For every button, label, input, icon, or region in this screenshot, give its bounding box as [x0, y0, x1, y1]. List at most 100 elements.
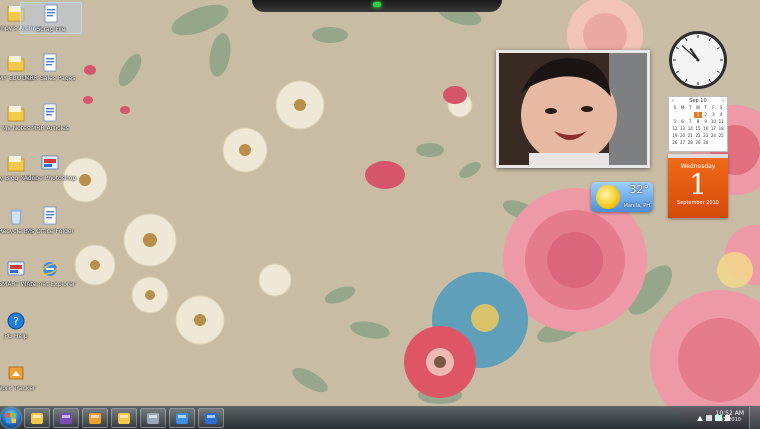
desktop-icon-label: Work Tracker: [0, 385, 36, 392]
calendar-day-cell[interactable]: 16: [702, 126, 710, 132]
calendar-day-cell[interactable]: 24: [710, 133, 718, 139]
taskbar-clock[interactable]: 10:52 AM 9/1/2010: [716, 410, 744, 423]
calendar-day-cell[interactable]: 27: [679, 140, 687, 146]
desktop-icon[interactable]: Scrap File: [20, 2, 82, 34]
calendar-day-cell[interactable]: 15: [694, 126, 702, 132]
calendar-month-year: September 2010: [677, 200, 719, 206]
clock-gadget[interactable]: [668, 30, 728, 90]
status-indicator-icon: [373, 2, 381, 7]
calendar-day-number: 1: [689, 168, 707, 201]
calendar-day-cell[interactable]: 7: [686, 119, 694, 125]
calendar-day-cell[interactable]: 4: [717, 112, 725, 118]
calendar-day-cell[interactable]: 22: [694, 133, 702, 139]
windows-explorer-icon: [31, 413, 43, 424]
calendar-day-cell[interactable]: 23: [702, 133, 710, 139]
calendar-day-cell[interactable]: 28: [686, 140, 694, 146]
windows-logo-icon: [6, 413, 16, 423]
desktop-icon[interactable]: MRR Articles: [20, 102, 80, 132]
taskbar-button[interactable]: [169, 408, 195, 428]
calendar-day-view[interactable]: Wednesday 1 September 2010: [668, 154, 728, 218]
taskbar-button[interactable]: [53, 408, 79, 428]
calendar-next-icon[interactable]: ›: [722, 98, 724, 104]
desktop-icon-label: MRR Articles: [31, 125, 69, 132]
calendar-day-header: S: [673, 105, 677, 110]
taskbar-date: 9/1/2010: [718, 417, 741, 423]
calendar-day-cell[interactable]: 29: [694, 140, 702, 146]
desktop-icon-label: PC Help: [4, 333, 28, 340]
svg-text:?: ?: [13, 315, 19, 328]
calendar-day-cell[interactable]: 10: [710, 119, 718, 125]
start-button[interactable]: [1, 408, 21, 428]
slideshow-gadget[interactable]: [496, 50, 650, 168]
calendar-day-cell: [671, 112, 679, 118]
calendar-day-cell[interactable]: 3: [710, 112, 718, 118]
calendar-day-cell[interactable]: 12: [671, 126, 679, 132]
desktop-icon[interactable]: Internet Explorer: [20, 258, 80, 288]
calendar-day-cell[interactable]: 17: [710, 126, 718, 132]
calendar-grid: S M T W T F S 1 2 3 4 5 6 7 8 9 10 11 12 13 14 15 16 17 18 19 20 21…: [669, 105, 727, 146]
calendar-day-header: T: [689, 105, 692, 110]
settings-icon: [147, 413, 159, 424]
calendar-day-cell: [679, 112, 687, 118]
calendar-day-cell[interactable]: 2: [702, 112, 710, 118]
app-icon: [41, 155, 59, 170]
calendar-prev-icon[interactable]: ‹: [672, 98, 674, 104]
show-desktop-button[interactable]: [749, 407, 760, 429]
desktop-icon[interactable]: Adobe Photoshop: [20, 152, 80, 182]
calendar-day-cell[interactable]: 11: [717, 119, 725, 125]
document-icon: [43, 206, 57, 225]
desktop-icon[interactable]: Work Tracker: [0, 362, 46, 392]
tray-arrow-icon[interactable]: [697, 415, 703, 421]
calendar-day-cell[interactable]: 6: [679, 119, 687, 125]
calendar-month-label: Sep 10: [689, 98, 707, 104]
calendar-day-cell[interactable]: 20: [679, 133, 687, 139]
calendar-day-cell[interactable]: 18: [717, 126, 725, 132]
calendar-day-cell[interactable]: 14: [686, 126, 694, 132]
calendar-day-cell[interactable]: 25: [717, 133, 725, 139]
calendar-day-header: F: [712, 105, 715, 110]
desktop-icon-label: Internet Explorer: [24, 281, 76, 288]
sunny-icon: [596, 185, 620, 209]
baby-photo: [499, 53, 647, 165]
taskbar: 10:52 AM 9/1/2010: [0, 406, 760, 429]
taskbar-button[interactable]: [198, 408, 224, 428]
messenger-icon: [60, 413, 72, 424]
calendar-day-cell[interactable]: 13: [679, 126, 687, 132]
folder-icon: [118, 413, 130, 424]
flag-icon[interactable]: [706, 415, 712, 421]
taskbar-button[interactable]: [111, 408, 137, 428]
desktop-icon[interactable]: ? PC Help: [0, 310, 46, 340]
taskbar-time: 10:52 AM: [715, 410, 744, 417]
internet-explorer-icon: [176, 413, 188, 424]
desktop-icon[interactable]: Ms Office Folder: [20, 205, 80, 235]
taskbar-button[interactable]: [140, 408, 166, 428]
document-icon: [43, 53, 57, 72]
calendar-day-cell[interactable]: 8: [694, 119, 702, 125]
taskbar-button[interactable]: [82, 408, 108, 428]
desktop-icon-label: Scrap File: [36, 26, 66, 33]
top-bar-notch: [252, 0, 502, 12]
calendar-day-cell: [717, 140, 725, 146]
calendar-day-cell: [710, 140, 718, 146]
calendar-day-cell[interactable]: 5: [671, 119, 679, 125]
desktop-icon[interactable]: MRR Sales Pages: [20, 52, 80, 82]
calendar-day-cell[interactable]: 9: [702, 119, 710, 125]
calendar-day-cell[interactable]: 1: [694, 112, 702, 118]
calendar-month-view[interactable]: ‹ Sep 10 › S M T W T F S 1 2 3 4 5 6 7 8 9 10 11 12 13 14 15 1…: [668, 96, 728, 152]
calendar-day-header: S: [719, 105, 723, 110]
weather-location: Manila, PH: [623, 203, 650, 209]
shortcut-icon: [8, 366, 24, 380]
help-icon: ?: [7, 312, 25, 330]
calendar-day-cell[interactable]: 21: [686, 133, 694, 139]
calendar-day-header: T: [704, 105, 707, 110]
calendar-day-cell[interactable]: 30: [702, 140, 710, 146]
calendar-day-cell[interactable]: 26: [671, 140, 679, 146]
calendar-day-cell: [686, 112, 694, 118]
calendar-day-header: M: [680, 105, 685, 110]
calendar-day-cell[interactable]: 19: [671, 133, 679, 139]
document-icon: [43, 103, 57, 122]
desktop-icon-label: MRR Sales Pages: [24, 75, 76, 82]
photo-icon: [89, 413, 101, 424]
taskbar-button[interactable]: [24, 408, 50, 428]
weather-gadget[interactable]: 32° Manila, PH: [591, 182, 653, 212]
